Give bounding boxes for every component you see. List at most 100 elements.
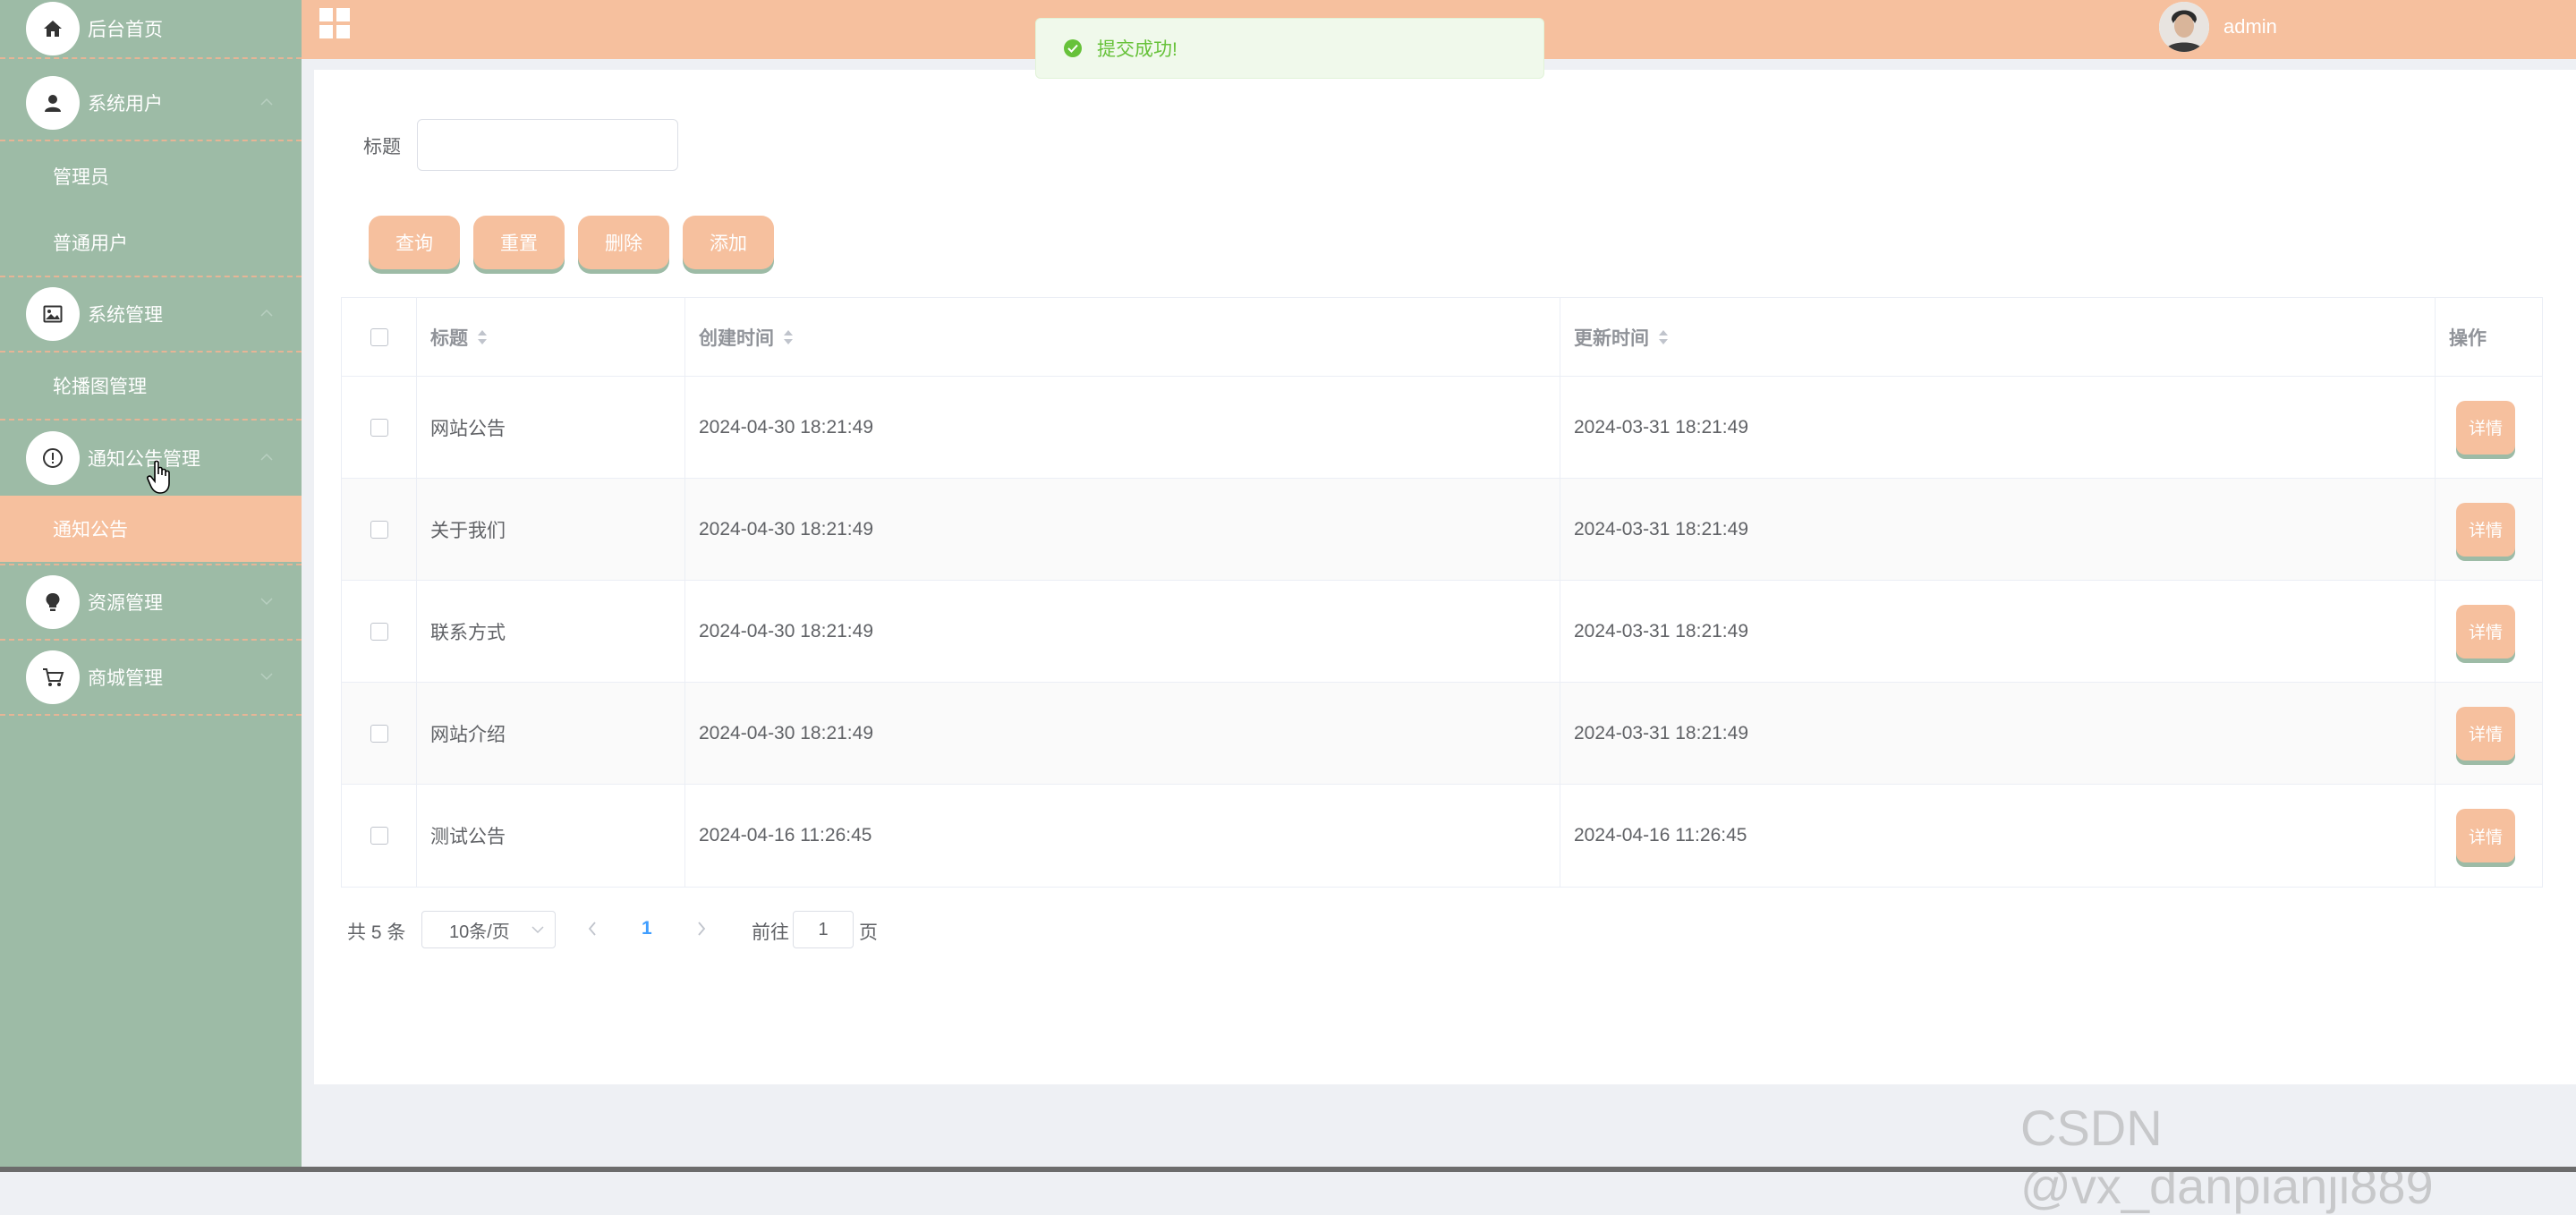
add-button[interactable]: 添加 bbox=[683, 216, 774, 269]
cell-action: 详情 bbox=[2436, 683, 2542, 784]
sort-icon[interactable] bbox=[783, 329, 794, 345]
row-check-cell bbox=[342, 581, 417, 682]
sidebar-item-shop-management[interactable]: 商城管理 bbox=[0, 641, 302, 716]
detail-button[interactable]: 详情 bbox=[2456, 706, 2515, 760]
sidebar-item-label: 通知公告管理 bbox=[88, 449, 200, 470]
table-row: 测试公告 2024-04-16 11:26:45 2024-04-16 11:2… bbox=[342, 785, 2542, 887]
cell-created: 2024-04-30 18:21:49 bbox=[685, 377, 1560, 478]
sidebar-item-label: 商城管理 bbox=[88, 668, 163, 689]
page-size-value: 10条/页 bbox=[449, 922, 510, 942]
detail-button[interactable]: 详情 bbox=[2456, 400, 2515, 455]
detail-button[interactable]: 详情 bbox=[2456, 502, 2515, 557]
row-checkbox[interactable] bbox=[370, 418, 388, 437]
cell-created: 2024-04-30 18:21:49 bbox=[685, 581, 1560, 682]
goto-page-input[interactable] bbox=[793, 911, 854, 948]
query-button[interactable]: 查询 bbox=[369, 216, 460, 269]
pagination-total: 共 5 条 bbox=[347, 922, 406, 943]
notice-table: 标题 创建时间 更新时间 操作 网站公告 2024-04-30 18:21:49… bbox=[341, 297, 2543, 888]
toast-message: 提交成功! bbox=[1097, 39, 1177, 60]
column-header-title[interactable]: 标题 bbox=[417, 298, 685, 376]
check-circle-icon bbox=[1064, 39, 1082, 57]
cell-updated: 2024-03-31 18:21:49 bbox=[1560, 581, 2436, 682]
cell-created: 2024-04-30 18:21:49 bbox=[685, 683, 1560, 784]
sort-icon[interactable] bbox=[1658, 329, 1669, 345]
sidebar-subitem-carousel[interactable]: 轮播图管理 bbox=[0, 353, 302, 421]
row-checkbox[interactable] bbox=[370, 724, 388, 743]
watermark: CSDN @vx_danpianji889 bbox=[2020, 1100, 2434, 1214]
column-header-updated[interactable]: 更新时间 bbox=[1560, 298, 2436, 376]
row-check-cell bbox=[342, 377, 417, 478]
chevron-down-icon bbox=[531, 926, 544, 934]
cell-updated: 2024-03-31 18:21:49 bbox=[1560, 377, 2436, 478]
cell-updated: 2024-03-31 18:21:49 bbox=[1560, 479, 2436, 580]
sidebar-subitem-label: 管理员 bbox=[53, 167, 109, 188]
page-number-current[interactable]: 1 bbox=[642, 918, 652, 939]
row-check-cell bbox=[342, 785, 417, 887]
cell-title: 网站公告 bbox=[417, 377, 685, 478]
sidebar-item-system-users[interactable]: 系统用户 bbox=[0, 66, 302, 141]
sidebar-subitem-admin[interactable]: 管理员 bbox=[0, 143, 302, 209]
sidebar-subitem-users[interactable]: 普通用户 bbox=[0, 209, 302, 277]
column-header-action: 操作 bbox=[2436, 298, 2542, 376]
user-icon bbox=[26, 76, 80, 130]
cell-action: 详情 bbox=[2436, 581, 2542, 682]
page-size-select[interactable]: 10条/页 bbox=[421, 911, 556, 948]
home-icon bbox=[26, 2, 80, 55]
sidebar-item-system-management[interactable]: 系统管理 bbox=[0, 277, 302, 353]
cell-updated: 2024-03-31 18:21:49 bbox=[1560, 683, 2436, 784]
chevron-up-icon bbox=[260, 453, 273, 461]
success-toast: 提交成功! bbox=[1035, 18, 1544, 79]
chevron-up-icon bbox=[260, 98, 273, 106]
sidebar-subitem-notice[interactable]: 通知公告 bbox=[0, 496, 302, 562]
sidebar-subitem-label: 轮播图管理 bbox=[53, 377, 147, 397]
cell-created: 2024-04-16 11:26:45 bbox=[685, 785, 1560, 887]
detail-button[interactable]: 详情 bbox=[2456, 809, 2515, 862]
row-checkbox[interactable] bbox=[370, 622, 388, 641]
sidebar-item-resource-management[interactable]: 资源管理 bbox=[0, 564, 302, 641]
chevron-down-icon bbox=[260, 673, 273, 681]
row-check-cell bbox=[342, 683, 417, 784]
column-header-created[interactable]: 创建时间 bbox=[685, 298, 1560, 376]
cell-created: 2024-04-30 18:21:49 bbox=[685, 479, 1560, 580]
hand-cursor-icon bbox=[147, 460, 170, 494]
goto-label: 前往 bbox=[752, 922, 789, 943]
page-suffix-label: 页 bbox=[859, 922, 878, 943]
sidebar-subitem-label: 通知公告 bbox=[53, 520, 128, 540]
detail-button[interactable]: 详情 bbox=[2456, 604, 2515, 658]
column-header-label: 操作 bbox=[2449, 327, 2487, 349]
select-all-checkbox[interactable] bbox=[370, 327, 388, 346]
sidebar-item-label: 资源管理 bbox=[88, 593, 163, 614]
reset-button[interactable]: 重置 bbox=[473, 216, 565, 269]
info-circle-icon bbox=[26, 431, 80, 485]
row-checkbox[interactable] bbox=[370, 827, 388, 845]
cell-title: 网站介绍 bbox=[417, 683, 685, 784]
user-menu[interactable]: admin bbox=[2159, 2, 2277, 52]
next-page-icon[interactable] bbox=[696, 921, 707, 937]
cell-action: 详情 bbox=[2436, 377, 2542, 478]
row-check-cell bbox=[342, 479, 417, 580]
sidebar-subitem-label: 普通用户 bbox=[53, 234, 128, 254]
grid-menu-icon[interactable] bbox=[319, 8, 350, 38]
cell-title: 关于我们 bbox=[417, 479, 685, 580]
chevron-down-icon bbox=[260, 598, 273, 606]
row-checkbox[interactable] bbox=[370, 520, 388, 539]
delete-button[interactable]: 删除 bbox=[578, 216, 669, 269]
sidebar-item-label: 后台首页 bbox=[88, 20, 163, 40]
table-row: 网站介绍 2024-04-30 18:21:49 2024-03-31 18:2… bbox=[342, 683, 2542, 785]
table-header-row: 标题 创建时间 更新时间 操作 bbox=[342, 298, 2542, 377]
column-header-label: 更新时间 bbox=[1574, 327, 1649, 349]
prev-page-icon[interactable] bbox=[587, 921, 598, 937]
table-row: 关于我们 2024-04-30 18:21:49 2024-03-31 18:2… bbox=[342, 479, 2542, 581]
sidebar: 后台首页 系统用户 管理员 普通用户 系统管理 轮播图管理 通知公告管理 通知公… bbox=[0, 0, 302, 1172]
bottom-edge bbox=[0, 1167, 2576, 1172]
image-icon bbox=[26, 287, 80, 341]
column-header-label: 创建时间 bbox=[699, 327, 774, 349]
table-row: 联系方式 2024-04-30 18:21:49 2024-03-31 18:2… bbox=[342, 581, 2542, 683]
cell-action: 详情 bbox=[2436, 479, 2542, 580]
search-title-label: 标题 bbox=[363, 137, 401, 157]
cell-action: 详情 bbox=[2436, 785, 2542, 887]
sidebar-item-home[interactable]: 后台首页 bbox=[0, 0, 302, 59]
search-title-input[interactable] bbox=[417, 119, 678, 171]
cart-icon bbox=[26, 650, 80, 704]
sort-icon[interactable] bbox=[477, 329, 488, 345]
